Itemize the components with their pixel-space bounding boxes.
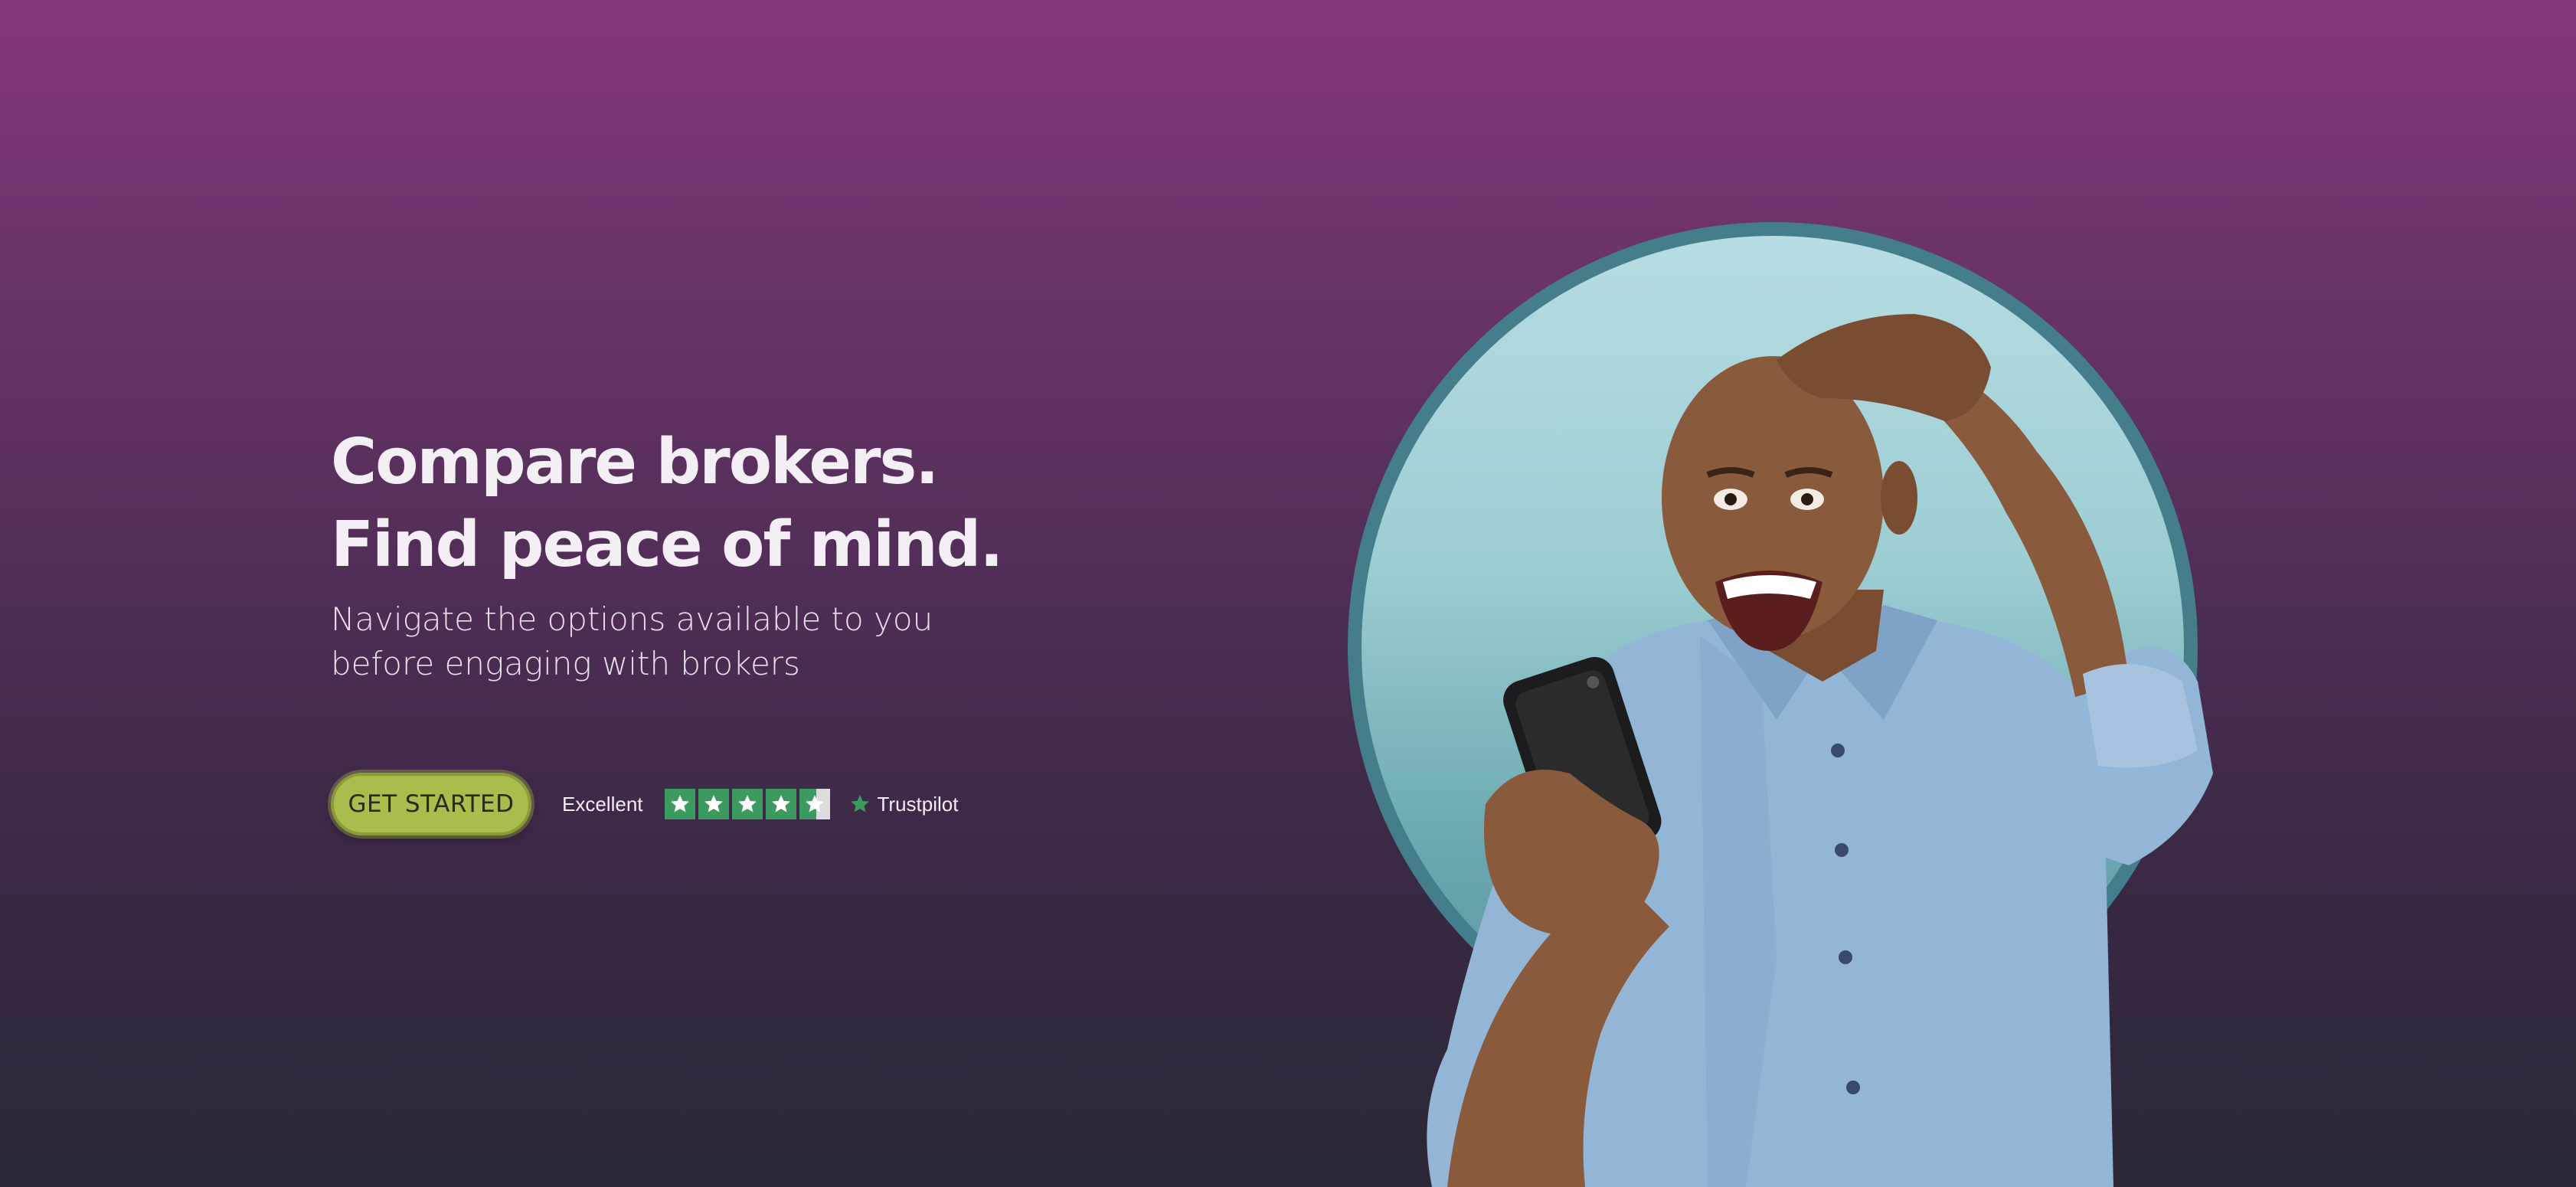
star-icon bbox=[664, 789, 695, 819]
excited-man-with-phone-image bbox=[1427, 314, 2213, 1187]
rating-label: Excellent bbox=[562, 792, 643, 816]
cta-row: GET STARTED Excellent Trustpilot bbox=[331, 772, 958, 836]
trustpilot-star-icon bbox=[850, 795, 869, 813]
headline-line-1: Compare brokers. bbox=[331, 426, 939, 499]
star-icon bbox=[731, 789, 763, 819]
hero-headline: Compare brokers. Find peace of mind. bbox=[331, 421, 1020, 587]
trustpilot-stars bbox=[664, 789, 830, 819]
trustpilot-brand-label: Trustpilot bbox=[877, 792, 959, 816]
star-icon bbox=[698, 789, 729, 819]
hero-subheading: Navigate the options available to you be… bbox=[331, 600, 933, 682]
half-star-icon bbox=[799, 789, 830, 819]
headline-line-2: Find peace of mind. bbox=[331, 508, 1003, 581]
star-icon bbox=[765, 789, 796, 819]
get-started-button[interactable]: GET STARTED bbox=[331, 773, 531, 835]
hero-illustration bbox=[1348, 222, 2290, 1187]
trustpilot-logo[interactable]: Trustpilot bbox=[848, 792, 959, 816]
hero-section: Compare brokers. Find peace of mind. Nav… bbox=[0, 0, 2576, 1187]
hero-copy: Compare brokers. Find peace of mind. Nav… bbox=[331, 421, 1020, 686]
